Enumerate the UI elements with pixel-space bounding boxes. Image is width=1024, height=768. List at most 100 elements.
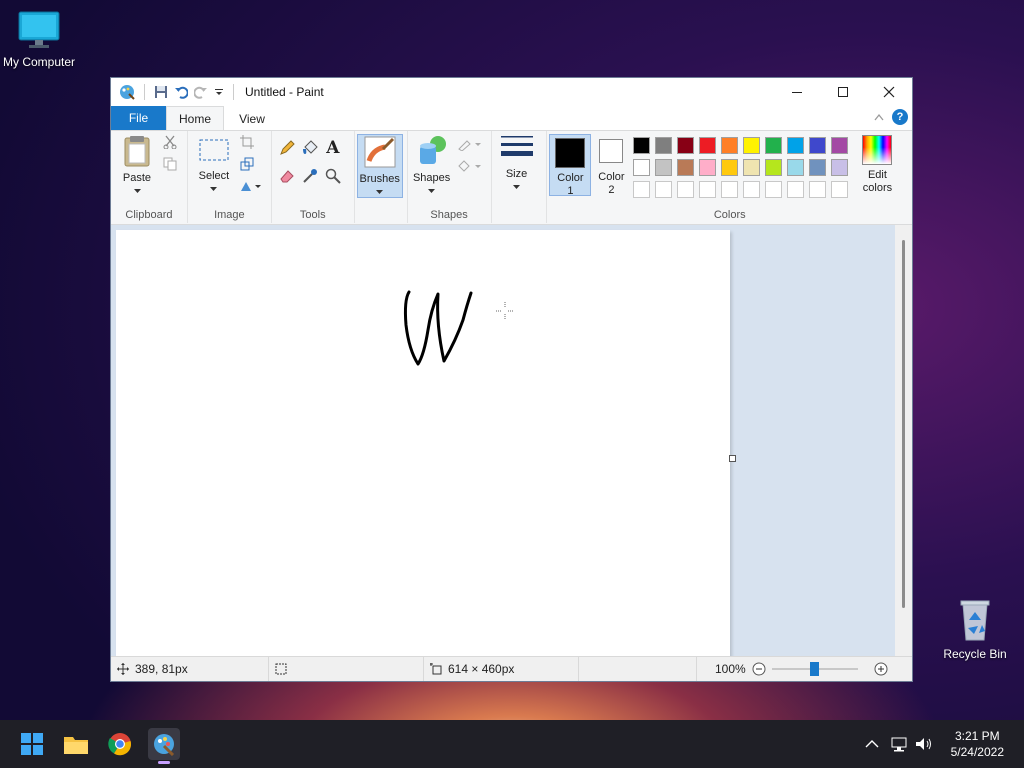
magnifier-tool[interactable] <box>324 167 342 185</box>
palette-custom-swatch[interactable] <box>809 181 827 198</box>
text-tool[interactable]: A <box>324 138 342 158</box>
crop-button[interactable] <box>238 133 256 151</box>
paste-button[interactable]: Paste <box>115 134 159 198</box>
palette-custom-swatch[interactable] <box>831 181 849 198</box>
undo-icon[interactable] <box>174 85 188 99</box>
taskbar-paint[interactable] <box>148 728 180 764</box>
taskbar-chrome[interactable] <box>104 728 136 760</box>
color1-button[interactable]: Color 1 <box>549 134 592 197</box>
clock-date: 5/24/2022 <box>950 745 1004 759</box>
palette-color-swatch[interactable] <box>831 137 849 154</box>
zoom-slider-thumb[interactable] <box>809 662 819 676</box>
zoom-slider[interactable] <box>771 662 858 676</box>
fill-bucket-icon <box>457 160 481 172</box>
palette-custom-swatch[interactable] <box>699 181 717 198</box>
palette-color-swatch[interactable] <box>655 159 673 176</box>
palette-color-swatch[interactable] <box>677 137 695 154</box>
palette-color-swatch[interactable] <box>787 137 805 154</box>
palette-color-swatch[interactable] <box>809 137 827 154</box>
palette-custom-swatch[interactable] <box>633 181 651 198</box>
palette-color-swatch[interactable] <box>721 137 739 154</box>
drawing-canvas[interactable] <box>116 230 730 657</box>
close-button[interactable] <box>866 78 912 106</box>
resize-button[interactable] <box>238 155 256 173</box>
color1-label-line1: Color <box>557 172 584 184</box>
palette-custom-swatch[interactable] <box>655 181 673 198</box>
eraser-tool[interactable] <box>278 167 296 185</box>
maximize-button[interactable] <box>820 78 866 106</box>
palette-color-swatch[interactable] <box>765 137 783 154</box>
rotate-button[interactable] <box>238 177 262 195</box>
brushes-button[interactable]: Brushes <box>356 134 403 198</box>
customize-qat-icon[interactable] <box>214 87 224 97</box>
volume-icon[interactable] <box>915 736 933 752</box>
desktop-icon-my-computer[interactable]: My Computer <box>0 10 78 69</box>
palette-color-swatch[interactable] <box>809 159 827 176</box>
scrollbar-thumb[interactable] <box>902 240 905 608</box>
color1-label-line2: 1 <box>567 185 574 197</box>
redo-icon[interactable] <box>194 85 208 99</box>
palette-color-swatch[interactable] <box>787 159 805 176</box>
ribbon-controls: ? <box>874 109 908 125</box>
palette-color-swatch[interactable] <box>699 159 717 176</box>
zoom-out-icon[interactable] <box>752 662 766 676</box>
color-picker-tool[interactable] <box>301 167 319 185</box>
copy-icon <box>163 157 177 171</box>
start-button[interactable] <box>16 728 48 760</box>
window-title: Untitled - Paint <box>245 85 324 99</box>
tab-file[interactable]: File <box>111 106 166 130</box>
chevron-up-icon[interactable] <box>865 739 879 749</box>
pencil-tool[interactable] <box>278 139 296 157</box>
tab-view[interactable]: View <box>224 107 280 130</box>
group-colors: Color 1 Color 2 Edit colors Colors <box>547 131 912 223</box>
desktop-icon-recycle-bin[interactable]: Recycle Bin <box>940 598 1010 661</box>
minimize-button[interactable] <box>774 78 820 106</box>
palette-color-swatch[interactable] <box>831 159 849 176</box>
clock[interactable]: 3:21 PM 5/24/2022 <box>951 728 1004 760</box>
selection-icon <box>275 663 287 675</box>
taskbar-file-explorer[interactable] <box>60 728 92 760</box>
select-button[interactable]: Select <box>194 134 234 196</box>
palette-color-swatch[interactable] <box>699 137 717 154</box>
palette-color-swatch[interactable] <box>721 159 739 176</box>
pencil-icon <box>279 140 295 155</box>
palette-color-swatch[interactable] <box>743 137 761 154</box>
ribbon: Paste Clipboard Select Image A Tools Bru… <box>111 130 912 225</box>
palette-custom-swatch[interactable] <box>765 181 783 198</box>
palette-color-swatch[interactable] <box>765 159 783 176</box>
palette-color-swatch[interactable] <box>743 159 761 176</box>
palette-custom-swatch[interactable] <box>787 181 805 198</box>
palette-custom-swatch[interactable] <box>721 181 739 198</box>
edit-colors-button[interactable]: Edit colors <box>857 134 897 195</box>
group-size: Size <box>492 131 548 223</box>
palette-color-swatch[interactable] <box>655 137 673 154</box>
drawn-stroke <box>403 290 514 366</box>
palette-color-swatch[interactable] <box>633 159 651 176</box>
size-button[interactable]: Size <box>498 134 536 194</box>
palette-custom-swatch[interactable] <box>743 181 761 198</box>
copy-button[interactable] <box>161 155 179 173</box>
group-label: Tools <box>299 209 326 221</box>
palette-custom-swatch[interactable] <box>677 181 695 198</box>
shapes-button[interactable]: Shapes <box>412 134 452 198</box>
save-icon[interactable] <box>154 85 168 99</box>
tab-home[interactable]: Home <box>166 106 224 130</box>
cut-button[interactable] <box>161 133 179 151</box>
fill-tool[interactable] <box>301 139 319 157</box>
collapse-ribbon-icon[interactable] <box>874 113 884 121</box>
color2-label-line2: 2 <box>608 184 615 196</box>
fill-button[interactable] <box>456 157 482 175</box>
eyedropper-icon <box>303 169 317 183</box>
network-icon[interactable] <box>891 736 909 752</box>
group-image: Select Image <box>188 131 272 223</box>
zoom-in-icon[interactable] <box>874 662 888 676</box>
outline-button[interactable] <box>456 135 482 153</box>
group-label: Colors <box>713 209 746 221</box>
outline-pen-icon <box>457 140 481 151</box>
vertical-scrollbar[interactable] <box>895 225 912 657</box>
resize-handle-right[interactable] <box>729 455 736 462</box>
color2-button[interactable]: Color 2 <box>593 134 629 197</box>
palette-color-swatch[interactable] <box>677 159 695 176</box>
palette-color-swatch[interactable] <box>633 137 651 154</box>
help-icon[interactable]: ? <box>892 109 908 125</box>
